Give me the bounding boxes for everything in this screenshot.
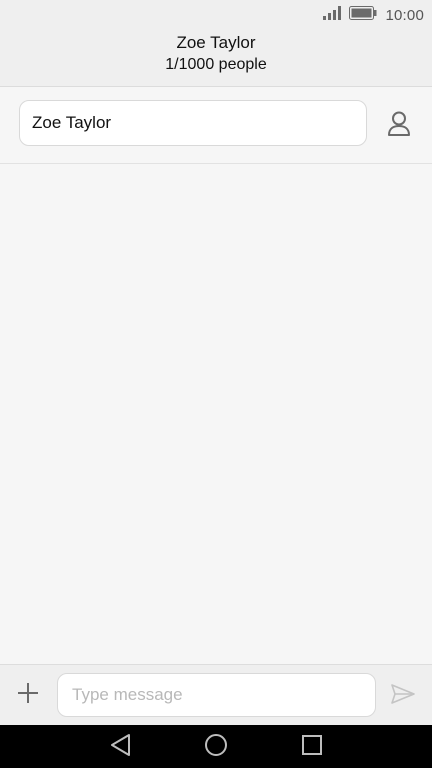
title-name: Zoe Taylor [176,33,256,52]
navigation-bar [0,725,432,768]
recent-apps-icon [301,734,323,761]
recipient-row: Zoe Taylor [0,87,432,164]
recipient-count: 1/1000 people [165,56,267,73]
status-time: 10:00 [385,6,424,24]
back-icon [109,733,131,762]
home-button[interactable] [202,733,230,761]
send-button[interactable] [386,679,420,713]
attach-button[interactable] [10,677,46,713]
home-icon [204,733,228,762]
contacts-button[interactable] [380,107,418,145]
messaging-screen: 10:00 Zoe Taylor 1/1000 people Zoe Taylo… [0,0,432,768]
signal-icon [323,5,342,25]
status-bar: 10:00 [0,0,432,30]
status-icons: 10:00 [323,5,424,25]
compose-bar [0,664,432,726]
recent-apps-button[interactable] [298,733,326,761]
recipient-field[interactable]: Zoe Taylor [19,100,367,146]
send-icon [391,683,415,709]
conversation-title: Zoe Taylor 1/1000 people [0,32,432,76]
battery-icon [349,5,377,25]
message-input[interactable] [57,673,376,717]
message-list[interactable] [0,164,432,664]
plus-icon [17,682,39,709]
back-button[interactable] [106,733,134,761]
person-icon [387,111,411,142]
header: 10:00 Zoe Taylor 1/1000 people [0,0,432,87]
